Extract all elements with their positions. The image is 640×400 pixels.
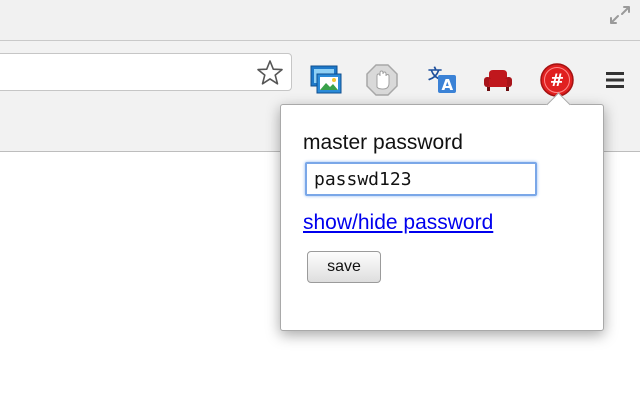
save-button[interactable]: save bbox=[307, 251, 381, 283]
window-titlebar bbox=[0, 0, 640, 40]
show-hide-password-link[interactable]: show/hide password bbox=[303, 211, 493, 235]
translate-icon: 文 A bbox=[428, 66, 456, 94]
hamburger-menu-icon bbox=[606, 72, 624, 88]
star-outline-icon bbox=[257, 60, 283, 85]
address-bar[interactable] bbox=[0, 53, 292, 91]
stop-hand-icon bbox=[366, 64, 398, 96]
svg-text:A: A bbox=[442, 76, 454, 94]
stop-extension-button[interactable] bbox=[364, 62, 400, 98]
image-extension-icon bbox=[310, 65, 342, 94]
browser-toolbar: 文 A # bbox=[0, 40, 640, 113]
restore-window-button[interactable] bbox=[608, 4, 632, 26]
restore-arrows-icon bbox=[610, 6, 630, 24]
bookmark-star-button[interactable] bbox=[255, 58, 285, 88]
translate-extension-button[interactable]: 文 A bbox=[424, 62, 460, 98]
master-password-input[interactable] bbox=[305, 162, 537, 196]
sofa-icon bbox=[484, 70, 512, 91]
image-extension-button[interactable] bbox=[308, 62, 344, 98]
browser-window: 文 A # master password passwd123 show/hid… bbox=[0, 0, 640, 400]
chrome-menu-button[interactable] bbox=[597, 62, 633, 98]
extension-popup: master password show/hide password save bbox=[280, 92, 604, 331]
svg-text:#: # bbox=[550, 71, 564, 91]
master-password-label: master password bbox=[303, 131, 463, 154]
sofa-extension-button[interactable] bbox=[480, 62, 516, 98]
